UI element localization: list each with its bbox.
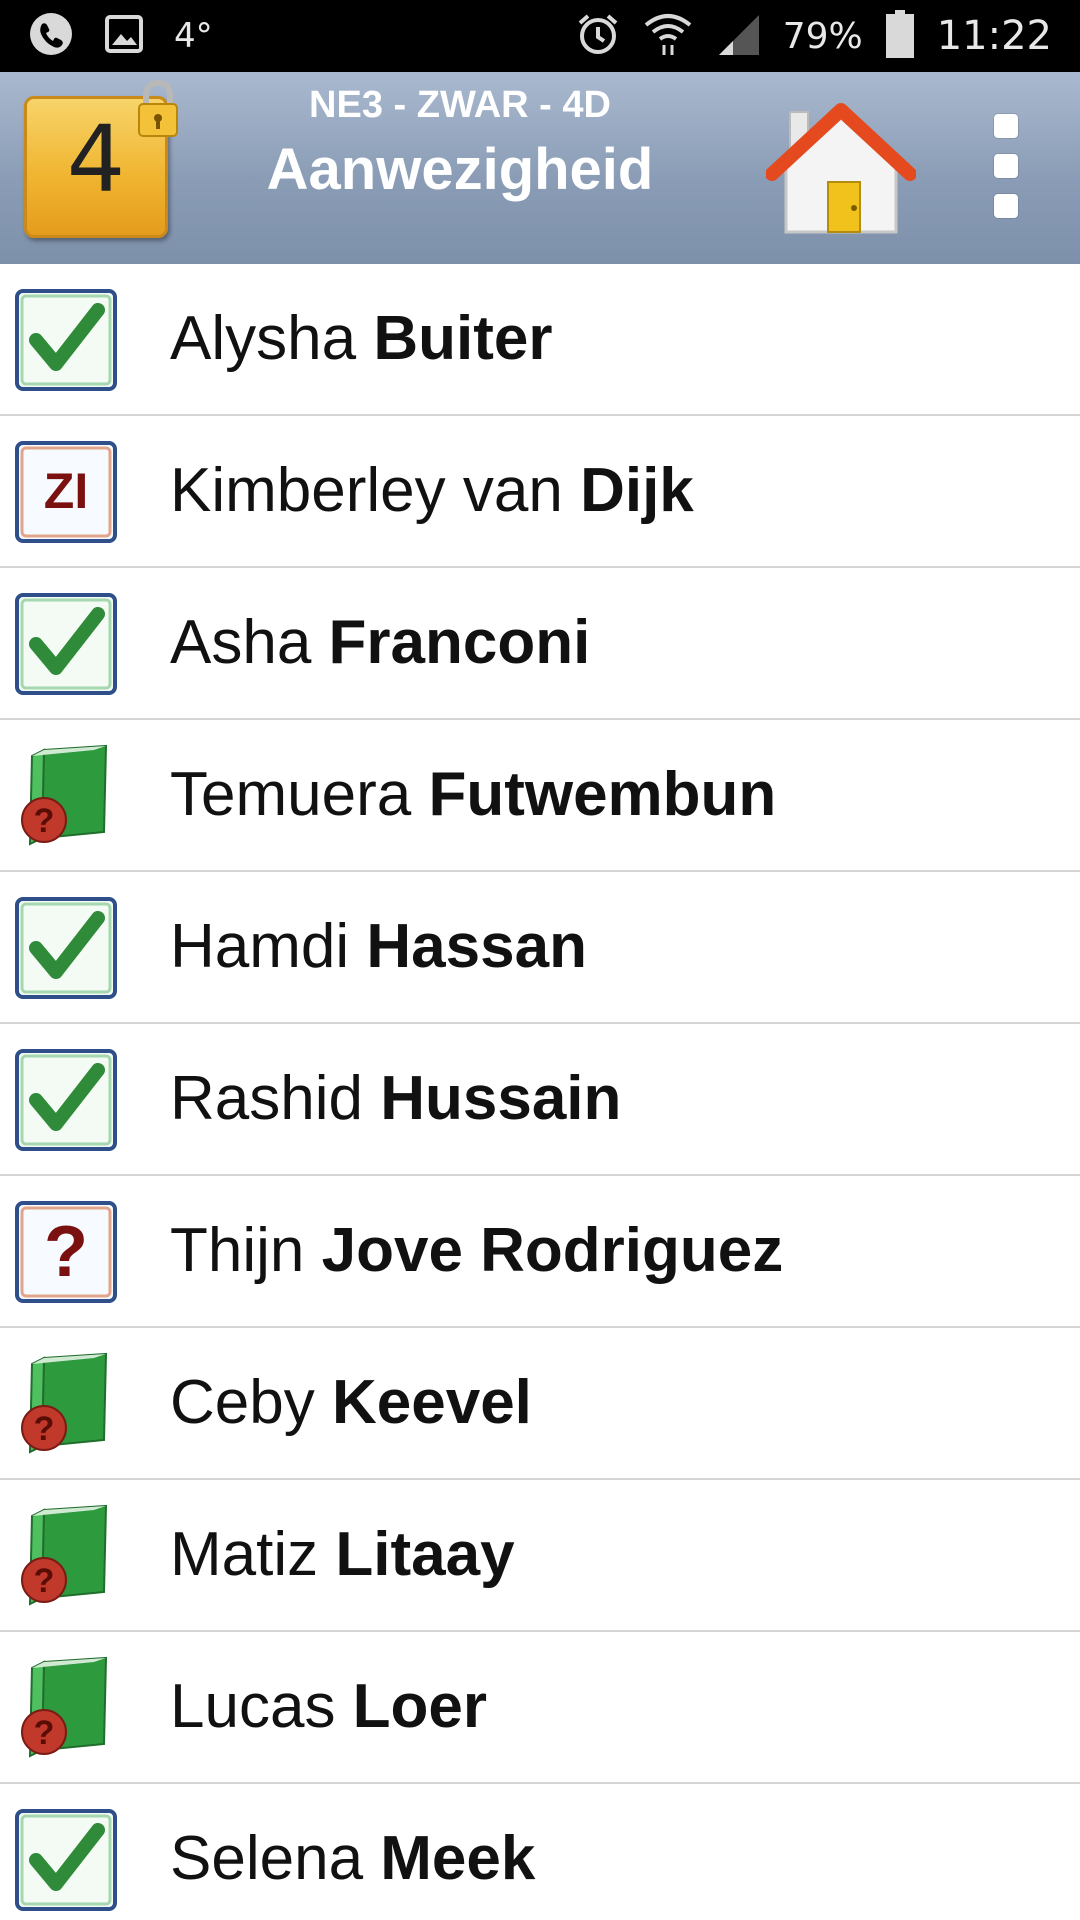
student-first-name: Ceby	[170, 1368, 332, 1437]
student-last-name: Buiter	[373, 304, 553, 373]
alarm-icon	[575, 11, 621, 61]
student-last-name: Jove Rodriguez	[321, 1216, 784, 1285]
student-last-name: Litaay	[335, 1520, 515, 1589]
student-last-name: Keevel	[331, 1368, 532, 1437]
checkmark-icon[interactable]	[14, 896, 118, 1000]
student-row[interactable]: ? Lucas Loer	[0, 1632, 1080, 1784]
student-name: Thijn Jove Rodriguez	[170, 1176, 783, 1326]
student-name: Temuera Futwembun	[170, 720, 776, 870]
student-name: Kimberley van Dijk	[170, 416, 694, 566]
student-first-name: Hamdi	[170, 912, 367, 981]
wifi-icon	[643, 9, 693, 63]
student-name: Matiz Litaay	[170, 1480, 515, 1630]
home-icon	[765, 103, 917, 246]
question-status-icon[interactable]: ?	[14, 1200, 118, 1304]
student-first-name: Asha	[170, 608, 329, 677]
status-bar-right: 79% 11:22	[575, 0, 1052, 72]
student-row[interactable]: ? Matiz Litaay	[0, 1480, 1080, 1632]
student-first-name: Lucas	[170, 1672, 353, 1741]
student-name: Hamdi Hassan	[170, 872, 587, 1022]
home-button[interactable]	[765, 96, 917, 242]
book-question-icon[interactable]: ?	[14, 1504, 118, 1608]
student-last-name: Dijk	[580, 456, 694, 525]
battery-percent: 79%	[782, 15, 863, 57]
student-first-name: Thijn	[170, 1216, 322, 1285]
book-question-icon[interactable]: ?	[14, 744, 118, 848]
student-first-name: Selena	[170, 1824, 381, 1893]
student-list: Alysha Buiter ZI Kimberley van Dijk Asha…	[0, 264, 1080, 1920]
student-last-name: Franconi	[328, 608, 591, 677]
student-first-name: Rashid	[170, 1064, 381, 1133]
student-last-name: Meek	[380, 1824, 536, 1893]
temperature-text: 4°	[174, 16, 213, 56]
status-bar: 4° 79% 11:22	[0, 0, 1080, 72]
student-last-name: Loer	[352, 1672, 488, 1741]
signal-icon	[715, 11, 761, 61]
image-icon	[104, 14, 144, 58]
book-question-icon[interactable]: ?	[14, 1656, 118, 1760]
student-name: Ceby Keevel	[170, 1328, 532, 1478]
student-name: Asha Franconi	[170, 568, 590, 718]
student-row[interactable]: ? Thijn Jove Rodriguez	[0, 1176, 1080, 1328]
student-name: Alysha Buiter	[170, 264, 552, 414]
status-bar-left: 4°	[28, 0, 213, 72]
student-row[interactable]: Rashid Hussain	[0, 1024, 1080, 1176]
status-label: ZI	[44, 463, 88, 519]
phone-icon	[28, 11, 74, 61]
student-first-name: Kimberley van	[170, 456, 581, 525]
checkmark-icon[interactable]	[14, 1808, 118, 1912]
status-label: ?	[44, 1212, 88, 1292]
student-name: Lucas Loer	[170, 1632, 487, 1782]
zi-status-icon[interactable]: ZI	[14, 440, 118, 544]
svg-text:?: ?	[34, 802, 55, 840]
student-name: Selena Meek	[170, 1784, 535, 1920]
overflow-menu-button[interactable]	[986, 114, 1026, 224]
student-row[interactable]: ? Temuera Futwembun	[0, 720, 1080, 872]
checkmark-icon[interactable]	[14, 592, 118, 696]
svg-text:?: ?	[34, 1410, 55, 1448]
student-first-name: Matiz	[170, 1520, 336, 1589]
book-question-icon[interactable]: ?	[14, 1352, 118, 1456]
student-row[interactable]: Hamdi Hassan	[0, 872, 1080, 1024]
clock: 11:22	[936, 13, 1052, 59]
app-header: 4 NE3 - ZWAR - 4D Aanwezigheid	[0, 72, 1080, 264]
student-first-name: Alysha	[170, 304, 374, 373]
battery-icon	[885, 9, 915, 63]
student-row[interactable]: Asha Franconi	[0, 568, 1080, 720]
student-row[interactable]: Selena Meek	[0, 1784, 1080, 1920]
student-row[interactable]: ZI Kimberley van Dijk	[0, 416, 1080, 568]
student-row[interactable]: Alysha Buiter	[0, 264, 1080, 416]
student-first-name: Temuera	[170, 760, 429, 829]
svg-text:?: ?	[34, 1714, 55, 1752]
student-name: Rashid Hussain	[170, 1024, 621, 1174]
student-last-name: Futwembun	[428, 760, 777, 829]
checkmark-icon[interactable]	[14, 288, 118, 392]
student-last-name: Hussain	[380, 1064, 622, 1133]
svg-text:?: ?	[34, 1562, 55, 1600]
student-last-name: Hassan	[366, 912, 587, 981]
checkmark-icon[interactable]	[14, 1048, 118, 1152]
student-row[interactable]: ? Ceby Keevel	[0, 1328, 1080, 1480]
